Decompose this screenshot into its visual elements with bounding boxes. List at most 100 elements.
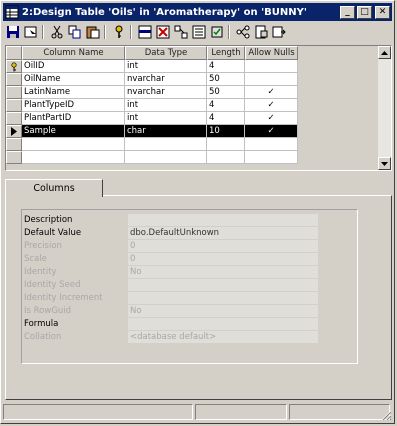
property-value-default-value[interactable]: dbo.DefaultUnknown (128, 227, 318, 240)
status-panel (3, 404, 193, 420)
cell-allow-nulls[interactable]: ✓ (245, 125, 298, 138)
paste-icon (86, 26, 99, 39)
table-row[interactable]: OilID int 4 (6, 60, 298, 73)
cell-length[interactable] (207, 138, 245, 151)
property-value-collation: <database default> (128, 331, 318, 344)
toolbar-separator (104, 25, 106, 39)
cell-column-name[interactable] (22, 151, 125, 164)
cell-allow-nulls[interactable] (245, 73, 298, 86)
cell-column-name[interactable]: OilID (22, 60, 125, 73)
cell-data-type[interactable]: char (125, 125, 207, 138)
delete-column-button[interactable] (154, 24, 171, 40)
cell-column-name[interactable] (22, 138, 125, 151)
cell-data-type[interactable]: int (125, 112, 207, 125)
cell-allow-nulls[interactable]: ✓ (245, 99, 298, 112)
cell-allow-nulls[interactable]: ✓ (245, 86, 298, 99)
copy-button[interactable] (66, 24, 83, 40)
row-selector[interactable] (6, 60, 22, 73)
row-selector[interactable] (6, 99, 22, 112)
header-data-type[interactable]: Data Type (125, 46, 207, 60)
cell-length[interactable] (207, 151, 245, 164)
cell-column-name[interactable]: PlantPartID (22, 112, 125, 125)
manage-triggers-button[interactable] (234, 24, 251, 40)
column-grid[interactable]: Column Name Data Type Length Allow Nulls… (5, 45, 392, 171)
property-row-default-value[interactable]: Default Value dbo.DefaultUnknown (22, 227, 357, 240)
cut-button[interactable] (48, 24, 65, 40)
property-value-formula[interactable] (128, 318, 318, 331)
cell-length[interactable]: 10 (207, 125, 245, 138)
paste-button[interactable] (84, 24, 101, 40)
title-bar[interactable]: 2:Design Table 'Oils' in 'Aromatherapy' … (3, 3, 392, 21)
scroll-down-button[interactable] (378, 157, 391, 170)
vertical-scrollbar[interactable] (378, 46, 391, 170)
cell-length[interactable]: 50 (207, 73, 245, 86)
row-selector[interactable] (6, 138, 22, 151)
export-icon (272, 26, 286, 38)
row-selector[interactable] (6, 86, 22, 99)
table-row[interactable]: LatinName nvarchar 50 ✓ (6, 86, 298, 99)
properties-button[interactable] (22, 24, 39, 40)
row-selector[interactable] (6, 73, 22, 86)
property-row-formula[interactable]: Formula (22, 318, 357, 331)
header-column-name[interactable]: Column Name (22, 46, 125, 60)
tab-columns[interactable]: Columns (5, 179, 103, 197)
header-allow-nulls[interactable]: Allow Nulls (245, 46, 298, 60)
empty-row[interactable] (6, 151, 298, 164)
minimize-button[interactable]: _ (340, 5, 355, 19)
cell-data-type[interactable]: nvarchar (125, 73, 207, 86)
cell-data-type[interactable]: nvarchar (125, 86, 207, 99)
cell-column-name[interactable]: PlantTypeID (22, 99, 125, 112)
cell-column-name[interactable]: Sample (22, 125, 125, 138)
property-value-identity-increment (128, 292, 318, 305)
cell-length[interactable]: 4 (207, 112, 245, 125)
property-value-precision: 0 (128, 240, 318, 253)
property-row-description[interactable]: Description (22, 214, 357, 227)
property-row-precision: Precision 0 (22, 240, 357, 253)
header-length[interactable]: Length (207, 46, 245, 60)
table-row-selected[interactable]: Sample char 10 ✓ (6, 125, 298, 138)
empty-row[interactable] (6, 138, 298, 151)
generate-script-button[interactable] (252, 24, 269, 40)
resize-grip-icon[interactable] (380, 409, 392, 421)
arrow-down-icon (381, 161, 388, 166)
insert-column-button[interactable] (136, 24, 153, 40)
row-selector[interactable] (6, 125, 22, 138)
cell-data-type[interactable]: int (125, 60, 207, 73)
save-button[interactable] (4, 24, 21, 40)
generate-script-icon (255, 25, 267, 39)
row-selector[interactable] (6, 112, 22, 125)
table-row[interactable]: PlantTypeID int 4 ✓ (6, 99, 298, 112)
cell-data-type[interactable]: int (125, 99, 207, 112)
close-button[interactable]: ✕ (375, 5, 390, 19)
properties-icon (24, 26, 36, 38)
maximize-button[interactable]: □ (357, 5, 372, 19)
status-bar (3, 404, 392, 422)
cell-column-name[interactable]: OilName (22, 73, 125, 86)
cell-length[interactable]: 4 (207, 99, 245, 112)
cell-data-type[interactable] (125, 151, 207, 164)
header-empty (298, 46, 379, 60)
manage-indexes-button[interactable] (190, 24, 207, 40)
primary-key-button[interactable] (110, 24, 127, 40)
property-label: Default Value (24, 228, 82, 238)
cell-allow-nulls[interactable] (245, 138, 298, 151)
cell-length[interactable]: 4 (207, 60, 245, 73)
scroll-up-button[interactable] (378, 46, 391, 59)
row-selector[interactable] (6, 151, 22, 164)
table-row[interactable]: OilName nvarchar 50 (6, 73, 298, 86)
current-row-arrow-icon (11, 127, 17, 136)
manage-constraints-button[interactable] (208, 24, 225, 40)
cell-allow-nulls[interactable] (245, 151, 298, 164)
export-button[interactable] (270, 24, 287, 40)
cell-allow-nulls[interactable] (245, 60, 298, 73)
property-row-is-rowguid: Is RowGuid No (22, 305, 357, 318)
close-icon: ✕ (378, 7, 387, 17)
table-row[interactable]: PlantPartID int 4 ✓ (6, 112, 298, 125)
property-value-description[interactable] (128, 214, 318, 227)
manage-relationships-icon (174, 25, 187, 39)
cell-allow-nulls[interactable]: ✓ (245, 112, 298, 125)
manage-relationships-button[interactable] (172, 24, 189, 40)
cell-length[interactable]: 50 (207, 86, 245, 99)
cell-data-type[interactable] (125, 138, 207, 151)
cell-column-name[interactable]: LatinName (22, 86, 125, 99)
